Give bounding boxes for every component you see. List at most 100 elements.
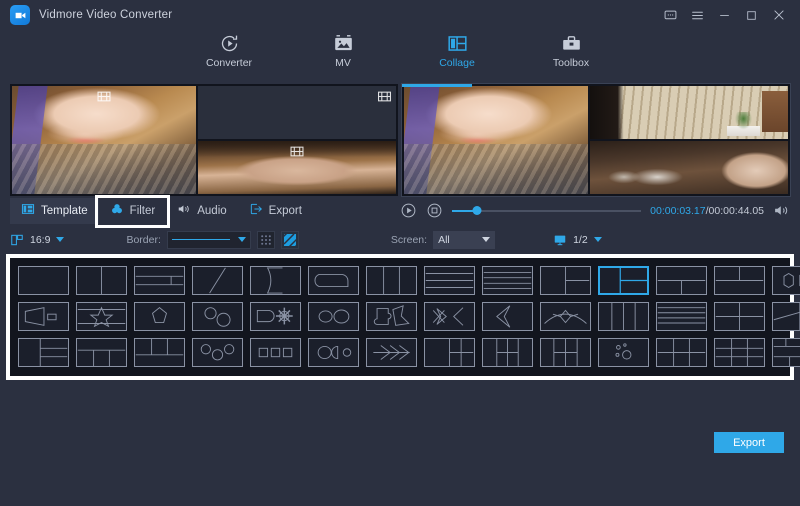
template-layout-4col[interactable]	[598, 302, 649, 331]
template-layout-top-2bottom[interactable]	[656, 266, 707, 295]
screen-control: Screen: All	[391, 231, 495, 249]
template-icon	[21, 202, 35, 219]
play-icon[interactable]	[400, 202, 417, 219]
template-layout-arrow-notch[interactable]	[250, 266, 301, 295]
tab-template[interactable]: Template	[10, 198, 99, 224]
playback-scrubber[interactable]	[452, 204, 641, 218]
close-icon[interactable]	[765, 0, 792, 30]
cell-room[interactable]	[590, 86, 788, 139]
template-layout-bow-diamond[interactable]	[540, 302, 591, 331]
collage-icon	[447, 32, 468, 54]
chevron-down-icon[interactable]	[238, 237, 246, 242]
window-controls	[657, 0, 792, 30]
border-label: Border:	[126, 234, 160, 246]
pattern-icon[interactable]	[281, 231, 299, 249]
feedback-icon[interactable]	[657, 0, 684, 30]
template-layout-flag-gear[interactable]	[250, 302, 301, 331]
color-swatch-icon[interactable]	[257, 231, 275, 249]
border-style-select[interactable]	[167, 231, 251, 249]
template-layout-left-tall-2right[interactable]	[598, 266, 649, 295]
template-layout-star-band[interactable]	[76, 302, 127, 331]
template-layout-puzzle[interactable]	[366, 302, 417, 331]
template-layout-diagonal[interactable]	[192, 266, 243, 295]
maximize-icon[interactable]	[738, 0, 765, 30]
aspect-ratio-control[interactable]: 16:9	[10, 233, 64, 247]
output-preview-pane[interactable]	[402, 84, 790, 196]
volume-icon[interactable]	[773, 202, 790, 219]
template-layout-quad[interactable]	[714, 302, 765, 331]
video-clip-icon	[378, 89, 391, 100]
border-control: Border:	[126, 231, 298, 249]
template-layout-top-3bottom[interactable]	[76, 338, 127, 367]
template-layout-2x3-even[interactable]	[656, 338, 707, 367]
template-layout-three-circles[interactable]	[192, 338, 243, 367]
template-layout-5row-stripes[interactable]	[482, 266, 533, 295]
chevron-down-icon[interactable]	[594, 237, 602, 242]
template-layout-left-2right[interactable]	[540, 266, 591, 295]
template-layout-x-arrow[interactable]	[424, 302, 475, 331]
tab-filter[interactable]: Filter	[99, 198, 167, 224]
scrubber-handle[interactable]	[472, 206, 481, 215]
template-layout-single[interactable]	[18, 266, 69, 295]
converter-icon	[219, 32, 240, 54]
template-preview-pane[interactable]	[10, 84, 398, 196]
template-layout-3col[interactable]	[366, 266, 417, 295]
tab-label: Audio	[197, 205, 226, 217]
template-layout-rounded-blob[interactable]	[308, 266, 359, 295]
template-layout-left-3row[interactable]	[18, 338, 69, 367]
page-control[interactable]: 1/2	[553, 233, 602, 247]
export-button[interactable]: Export	[714, 432, 784, 453]
toolbox-icon	[561, 32, 582, 54]
template-layout-3row-bar[interactable]	[134, 266, 185, 295]
main-nav: Converter MV Collage	[0, 30, 800, 80]
thumbnail-room	[590, 86, 788, 139]
template-layout-3col-mid-split[interactable]	[482, 338, 533, 367]
template-layout-left-arrow[interactable]	[482, 302, 533, 331]
minimize-icon[interactable]	[711, 0, 738, 30]
template-layout-megaphone[interactable]	[18, 302, 69, 331]
template-layout-pentagon[interactable]	[134, 302, 185, 331]
template-layout-oval-pac[interactable]	[308, 338, 359, 367]
tab-label: Filter	[130, 205, 156, 217]
nav-tab-converter[interactable]: Converter	[192, 30, 266, 69]
thumbnail-room2	[590, 141, 788, 194]
cell-selfie[interactable]	[404, 86, 588, 194]
template-layout-4row-stripes[interactable]	[424, 266, 475, 295]
menu-icon[interactable]	[684, 0, 711, 30]
chevron-down-icon[interactable]	[56, 237, 64, 242]
template-layout-two-circles-sm[interactable]	[192, 302, 243, 331]
collage-right	[402, 84, 790, 196]
screen-select[interactable]: All	[433, 231, 495, 249]
template-layout-hex-square[interactable]	[772, 266, 800, 295]
stop-icon[interactable]	[426, 202, 443, 219]
tab-audio[interactable]: Audio	[166, 198, 237, 224]
tab-export[interactable]: Export	[238, 198, 313, 224]
nav-tab-collage[interactable]: Collage	[420, 30, 494, 69]
template-layout-two-ovals[interactable]	[308, 302, 359, 331]
screen-value: All	[438, 234, 450, 246]
cell-face[interactable]	[198, 141, 396, 194]
title-bar: Vidmore Video Converter	[0, 0, 800, 30]
template-layout-3x3-grid[interactable]	[714, 338, 765, 367]
cell-room2[interactable]	[590, 141, 788, 194]
template-layout-split-h-right[interactable]	[424, 338, 475, 367]
template-layout-3top-bottom[interactable]	[134, 338, 185, 367]
template-layout-triple-arrow[interactable]	[366, 338, 417, 367]
nav-tab-toolbox[interactable]: Toolbox	[534, 30, 608, 69]
template-layout-5row-lines[interactable]	[656, 302, 707, 331]
cell-cake[interactable]	[198, 86, 396, 139]
template-layout-2top-bottom[interactable]	[714, 266, 765, 295]
template-layout-mixed-grid[interactable]	[772, 338, 800, 367]
template-layout-2col[interactable]	[76, 266, 127, 295]
template-layout-three-squares[interactable]	[250, 338, 301, 367]
nav-tab-mv[interactable]: MV	[306, 30, 380, 69]
edit-tabs: Template Filter	[10, 196, 400, 226]
chevron-down-icon[interactable]	[482, 237, 490, 242]
template-layout-dots-bubbles[interactable]	[598, 338, 649, 367]
aspect-ratio-value: 16:9	[30, 234, 50, 246]
edit-and-playback-bar: Template Filter	[0, 196, 800, 226]
cell-selfie[interactable]	[12, 86, 196, 194]
template-layout-left-2right-b[interactable]	[772, 302, 800, 331]
template-layout-2x3-grid[interactable]	[540, 338, 591, 367]
tab-label: Export	[269, 205, 302, 217]
